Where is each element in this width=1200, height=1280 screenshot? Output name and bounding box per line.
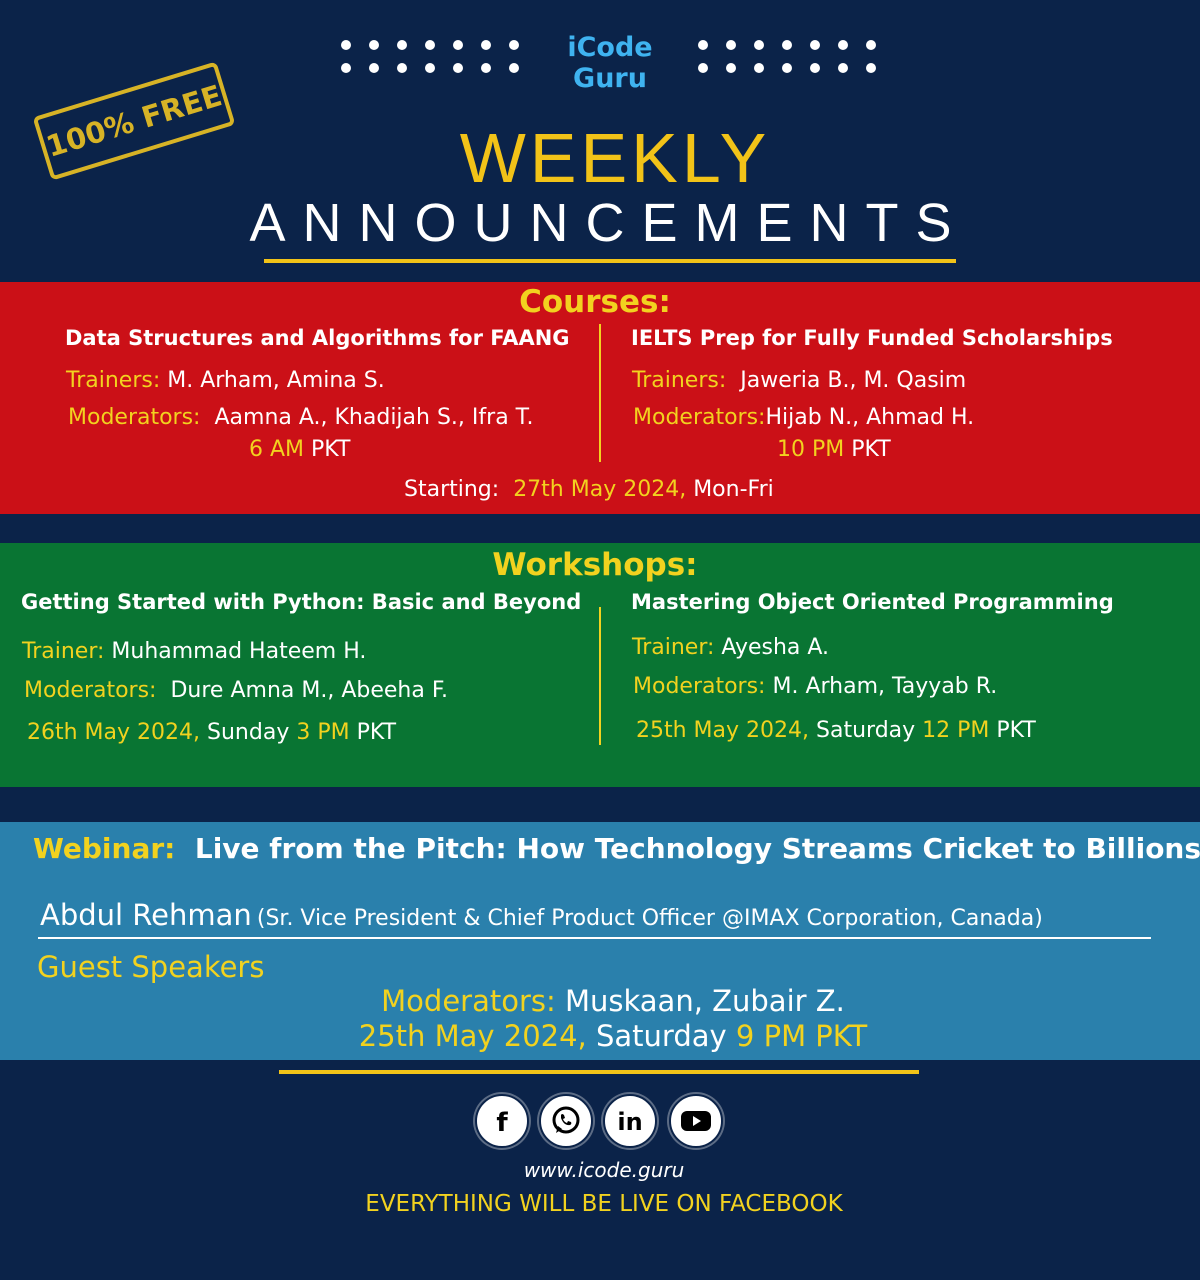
decorative-dots-left xyxy=(341,40,519,73)
youtube-icon[interactable] xyxy=(669,1094,723,1148)
guest-speakers-label: Guest Speakers xyxy=(37,950,265,984)
brand-line-1: iCode xyxy=(567,32,653,63)
webinar-moderators: Moderators: Muskaan, Zubair Z. xyxy=(381,984,845,1018)
course-left-trainers: Trainers: M. Arham, Amina S. xyxy=(66,368,385,393)
course-left-moderators: Moderators: Aamna A., Khadijah S., Ifra … xyxy=(68,405,534,430)
course-left-time: 6 AM PKT xyxy=(249,437,351,462)
course-right-title: IELTS Prep for Fully Funded Scholarships xyxy=(631,326,1113,350)
webinar-schedule: 25th May 2024, Saturday 9 PM PKT xyxy=(358,1019,868,1053)
workshops-divider xyxy=(599,607,601,745)
workshop-right-schedule: 25th May 2024, Saturday 12 PM PKT xyxy=(636,718,1036,743)
webinar-speaker: Abdul Rehman (Sr. Vice President & Chief… xyxy=(40,898,1043,932)
workshops-heading: Workshops: xyxy=(492,547,698,583)
whatsapp-icon[interactable] xyxy=(539,1094,593,1148)
workshop-left-moderators: Moderators: Dure Amna M., Abeeha F. xyxy=(24,678,448,703)
speaker-underline xyxy=(38,937,1151,939)
brand-line-2: Guru xyxy=(573,63,647,94)
courses-starting: Starting: 27th May 2024, Mon-Fri xyxy=(404,477,774,502)
website-link[interactable]: www.icode.guru xyxy=(0,1158,1200,1182)
title-underline xyxy=(264,259,956,263)
svg-text:in: in xyxy=(617,1108,642,1136)
course-left-title: Data Structures and Algorithms for FAANG xyxy=(65,326,570,350)
brand-logo: iCode Guru xyxy=(540,32,680,94)
workshop-right-title: Mastering Object Oriented Programming xyxy=(631,590,1114,614)
workshop-left-title: Getting Started with Python: Basic and B… xyxy=(21,590,582,614)
live-note: EVERYTHING WILL BE LIVE ON FACEBOOK xyxy=(365,1191,843,1217)
course-right-time: 10 PM PKT xyxy=(777,437,891,462)
workshop-right-moderators: Moderators: M. Arham, Tayyab R. xyxy=(633,674,998,699)
workshop-left-trainer: Trainer: Muhammad Hateem H. xyxy=(22,639,367,664)
facebook-icon[interactable]: f xyxy=(475,1094,529,1148)
courses-divider xyxy=(599,324,601,462)
courses-heading: Courses: xyxy=(519,284,671,320)
svg-text:f: f xyxy=(496,1108,508,1136)
footer-divider xyxy=(279,1070,919,1074)
webinar-title: Webinar: Live from the Pitch: How Techno… xyxy=(33,832,1200,865)
title-announcements: ANNOUNCEMENTS xyxy=(249,193,969,253)
title-weekly: WEEKLY xyxy=(459,119,771,197)
decorative-dots-right xyxy=(698,40,876,73)
workshop-right-trainer: Trainer: Ayesha A. xyxy=(632,635,830,660)
linkedin-icon[interactable]: in xyxy=(603,1094,657,1148)
course-right-moderators: Moderators:Hijab N., Ahmad H. xyxy=(633,405,975,430)
course-right-trainers: Trainers: Jaweria B., M. Qasim xyxy=(632,368,967,393)
workshop-left-schedule: 26th May 2024, Sunday 3 PM PKT xyxy=(27,720,397,745)
